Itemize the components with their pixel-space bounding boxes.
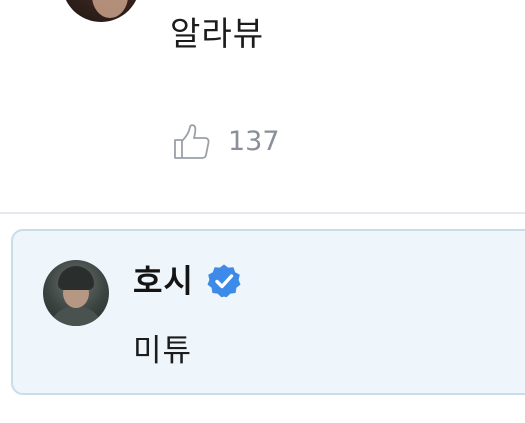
avatar[interactable] (62, 0, 140, 22)
comment-text: 알라뷰 (170, 14, 265, 53)
like-button[interactable]: 137 (172, 122, 280, 162)
author-row: 호시 (133, 259, 242, 303)
divider (0, 212, 525, 214)
verified-badge-icon (207, 264, 241, 298)
avatar-hair (58, 266, 94, 290)
highlighted-comment-card: 호시 미튜 (11, 229, 525, 395)
author-name[interactable]: 호시 (133, 259, 194, 303)
avatar-body (49, 306, 103, 326)
comment-text: 미튜 (133, 333, 193, 369)
like-count: 137 (228, 126, 280, 157)
avatar[interactable] (43, 260, 109, 326)
thumbs-up-icon (174, 124, 210, 159)
avatar-face (92, 0, 128, 18)
